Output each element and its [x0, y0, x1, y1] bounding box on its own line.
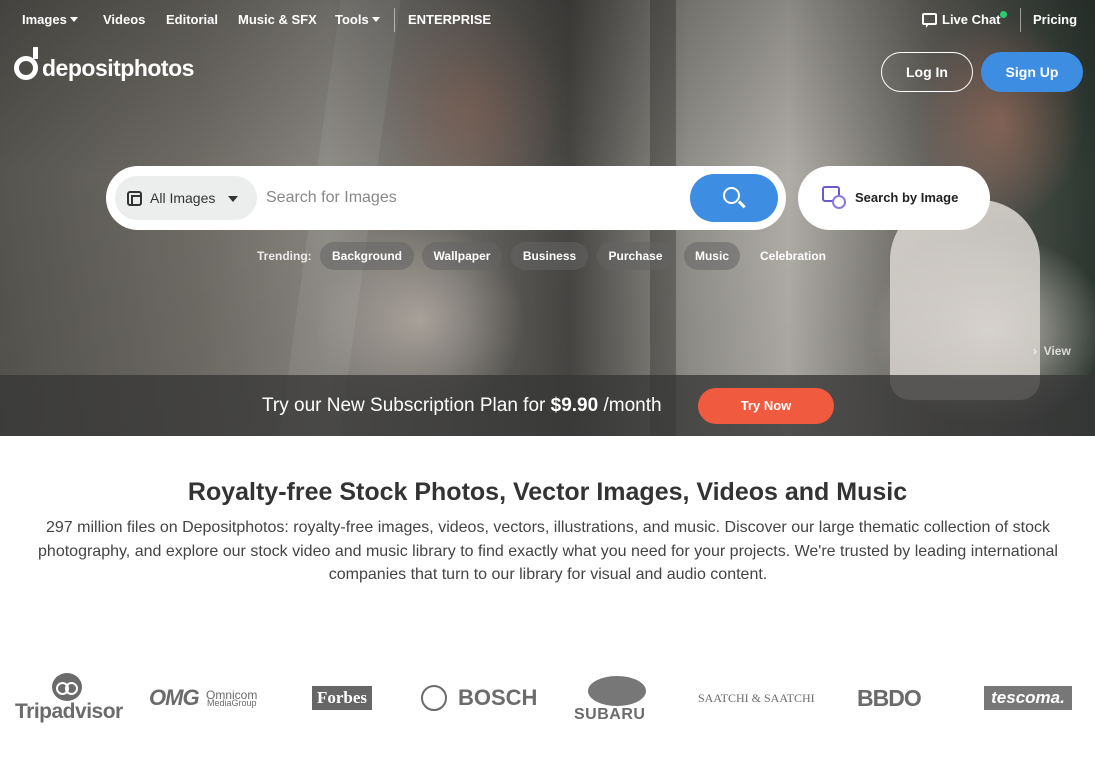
try-now-button[interactable]: Try Now [698, 388, 834, 424]
nav-pricing[interactable]: Pricing [1033, 12, 1077, 27]
view-photo-link[interactable]: › View [1033, 344, 1071, 358]
nav-tools-label: Tools [335, 12, 369, 27]
page-description: 297 million files on Depositphotos: roya… [38, 519, 1058, 583]
subscription-promo: Try our New Subscription Plan for $9.90 … [0, 375, 1095, 436]
nav-images[interactable]: Images [22, 12, 78, 27]
bosch-ring-icon [421, 685, 447, 711]
client-logo-saatchi: SAATCHI & SAATCHI [698, 691, 815, 705]
chat-icon [922, 13, 937, 28]
promo-text-after: /month [598, 395, 662, 416]
search-input[interactable] [266, 182, 676, 214]
live-chat-label: Live Chat [942, 12, 1001, 27]
logo-icon [14, 47, 38, 80]
search-by-image-button[interactable]: Search by Image [798, 166, 990, 230]
signup-button[interactable]: Sign Up [981, 52, 1083, 92]
content-type-label: All Images [150, 190, 216, 206]
subaru-stars-icon [588, 676, 646, 706]
trending-chip-music[interactable]: Music [684, 242, 740, 270]
nav-tools[interactable]: Tools [335, 12, 380, 27]
trending-chip-purchase[interactable]: Purchase [597, 242, 674, 270]
view-link-label: View [1043, 344, 1071, 358]
top-navigation: Images Videos Editorial Music & SFX Tool… [0, 0, 1095, 40]
site-logo[interactable]: depositphotos [14, 47, 194, 82]
trending-chip-celebration[interactable]: Celebration [752, 242, 834, 270]
chevron-right-icon: › [1033, 344, 1044, 358]
promo-price: $9.90 [550, 395, 599, 416]
client-logo-omnicom-sub: MediaGroup [207, 698, 257, 708]
page-title: Royalty-free Stock Photos, Vector Images… [187, 478, 908, 506]
nav-music-sfx[interactable]: Music & SFX [238, 12, 317, 27]
nav-videos[interactable]: Videos [103, 12, 145, 27]
content-type-select[interactable]: All Images [115, 176, 257, 220]
client-logo-bosch: BOSCH [458, 685, 538, 710]
nav-divider [394, 8, 395, 32]
search-by-image-label: Search by Image [855, 190, 959, 205]
client-logo-omg: OMG [149, 685, 200, 710]
visual-search-icon [822, 186, 846, 209]
client-logo-tripadvisor: Tripadvisor [15, 700, 123, 723]
promo-text: Try our New Subscription Plan for $9.90 … [262, 395, 662, 417]
client-logo-bbdo: BBDO [857, 685, 922, 711]
trending-chip-wallpaper[interactable]: Wallpaper [422, 242, 502, 270]
logo-text: depositphotos [42, 55, 194, 81]
trending-label: Trending: [257, 249, 312, 263]
search-button[interactable] [690, 174, 778, 222]
trending-chip-background[interactable]: Background [320, 242, 414, 270]
login-button[interactable]: Log In [881, 52, 973, 92]
nav-divider [1020, 8, 1021, 32]
nav-images-label: Images [22, 12, 67, 27]
trending-chip-business[interactable]: Business [511, 242, 588, 270]
live-chat-link[interactable]: Live Chat [922, 12, 1001, 28]
chevron-down-icon [69, 17, 78, 22]
tripadvisor-owl-icon [52, 673, 82, 701]
client-logo-forbes: Forbes [312, 686, 372, 710]
online-status-dot [1000, 11, 1007, 18]
client-logo-tescoma: tescoma. [984, 686, 1072, 710]
search-bar: All Images [106, 166, 786, 230]
nav-editorial[interactable]: Editorial [166, 12, 218, 27]
nav-enterprise[interactable]: ENTERPRISE [408, 12, 491, 27]
promo-text-before: Try our New Subscription Plan for [262, 395, 551, 416]
chevron-down-icon [228, 196, 238, 202]
search-icon [723, 187, 740, 204]
client-logo-subaru: SUBARU [574, 706, 646, 723]
chevron-down-icon [371, 17, 380, 22]
image-type-icon [127, 191, 142, 206]
